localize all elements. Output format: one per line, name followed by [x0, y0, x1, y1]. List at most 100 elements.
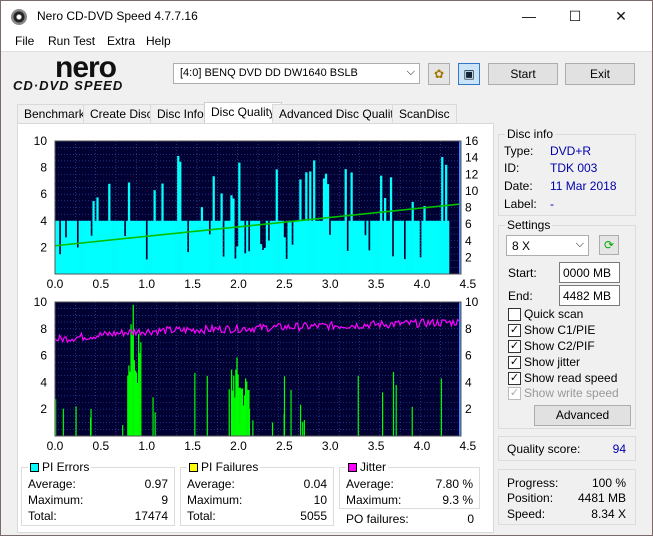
eject-properties-button[interactable]: ✿	[428, 63, 450, 85]
drive-select[interactable]: [4:0] BENQ DVD DD DW1640 BSLB ⌵	[173, 63, 420, 84]
pi-error-bar	[88, 220, 91, 274]
menu-bar: File Run Test Extra Help	[1, 31, 652, 52]
close-button[interactable]: ✕	[598, 1, 644, 31]
disc-type-label: Type:	[504, 144, 534, 158]
quality-score-label: Quality score:	[507, 442, 581, 456]
pi-error-bar	[427, 220, 430, 274]
quick-scan-label: Quick scan	[524, 307, 584, 321]
pi-error-bar	[76, 247, 79, 274]
advanced-button[interactable]: Advanced	[534, 405, 631, 426]
pi-error-bar	[309, 171, 312, 274]
pi-error-bar	[102, 220, 105, 274]
pi-error-bar	[127, 182, 131, 274]
speed-select-value: 8 X	[512, 239, 531, 253]
pi-failure-bar	[440, 378, 442, 436]
pi-error-bar	[334, 220, 338, 274]
pi-error-bar	[283, 237, 286, 274]
y-left-tick-label: 2	[40, 402, 47, 416]
pi-error-bar	[188, 220, 192, 274]
show-c1-label: Show C1/PIE	[524, 323, 596, 337]
pi-error-bar	[242, 220, 245, 274]
x-tick-label: 3.5	[368, 277, 385, 291]
progress-box: Progress: 100 % Position: 4481 MB Speed:…	[498, 469, 636, 525]
pi-error-bar	[301, 220, 304, 274]
pi-error-bar	[338, 220, 341, 274]
pi-error-bar	[165, 220, 168, 274]
show-c1-checkbox[interactable]: ✓	[508, 324, 521, 337]
disc-info-box: Disc info Type: DVD+R ID: TDK 003 Date: …	[498, 127, 636, 216]
y-right-tick-label: 16	[465, 134, 479, 148]
pi-error-bar	[382, 220, 385, 274]
pi-error-bar	[253, 220, 257, 274]
pi-failures-max: 10	[313, 493, 327, 507]
pi-error-bar	[447, 220, 450, 274]
menu-extra[interactable]: Extra	[107, 34, 135, 48]
pi-failure-bar	[140, 342, 142, 436]
pi-failure-bar	[411, 406, 413, 436]
end-input[interactable]	[559, 285, 620, 306]
quick-scan-checkbox[interactable]	[508, 308, 521, 321]
pi-error-bar	[64, 237, 68, 274]
show-jitter-checkbox[interactable]: ✓	[508, 356, 521, 369]
show-c2-checkbox[interactable]: ✓	[508, 340, 521, 353]
menu-help[interactable]: Help	[146, 34, 171, 48]
pi-error-bar	[145, 259, 148, 274]
pi-error-bar	[171, 220, 174, 274]
tab-scandisc[interactable]: ScanDisc	[392, 104, 457, 123]
pi-error-bar	[222, 256, 225, 274]
tab-create-disc[interactable]: Create Disc	[83, 104, 160, 123]
speed-select[interactable]: 8 X ⌵	[506, 235, 589, 256]
pi-error-bar	[121, 220, 125, 274]
start-input[interactable]	[559, 262, 620, 283]
chevron-down-icon: ⌵	[406, 66, 415, 78]
menu-file[interactable]: File	[15, 34, 34, 48]
save-button[interactable]: ▣	[458, 63, 480, 85]
pi-error-bar	[68, 220, 72, 274]
maximize-button[interactable]: ☐	[552, 1, 598, 31]
pi-errors-title-wrap: PI Errors	[28, 460, 92, 474]
x-tick-label: 3.0	[322, 439, 339, 453]
window-title: Nero CD-DVD Speed 4.7.7.16	[37, 9, 198, 23]
pi-error-bar	[326, 184, 330, 274]
refresh-speed-button[interactable]: ⟳	[599, 235, 619, 255]
pi-error-bar	[273, 220, 276, 274]
pi-error-bar	[244, 253, 247, 274]
pi-error-bar	[94, 220, 97, 274]
pi-error-bar	[389, 177, 393, 274]
pi-error-bar	[293, 220, 296, 274]
po-failures-label: PO failures:	[346, 512, 409, 526]
tab-advanced-disc-quality[interactable]: Advanced Disc Quality	[272, 104, 407, 123]
pi-errors-title: PI Errors	[42, 460, 90, 474]
tab-disc-quality[interactable]: Disc Quality	[204, 102, 283, 125]
pi-error-bar	[322, 178, 326, 274]
start-button[interactable]: Start	[488, 63, 558, 85]
pi-error-bar	[196, 220, 200, 274]
pi-error-bar	[368, 250, 371, 274]
pi-error-bar	[342, 220, 345, 274]
pi-error-bar	[123, 236, 127, 274]
pi-error-bar	[110, 220, 113, 274]
exit-button[interactable]: Exit	[565, 63, 635, 85]
tab-benchmark[interactable]: Benchmark	[17, 104, 92, 123]
tab-disc-info[interactable]: Disc Info	[150, 104, 211, 123]
pi-failure-bar	[154, 412, 156, 436]
pi-error-bar	[175, 220, 178, 274]
pi-error-bar	[429, 220, 432, 274]
pi-error-bar	[425, 220, 428, 274]
pi-errors-total-label: Total:	[28, 509, 57, 523]
show-write-checkbox[interactable]: ✓	[508, 387, 521, 400]
x-tick-label: 1.0	[138, 277, 155, 291]
pi-failure-bar	[283, 376, 286, 436]
pi-error-bar	[275, 169, 278, 274]
pi-error-bar	[417, 220, 420, 274]
minimize-button[interactable]: —	[506, 1, 552, 31]
disc-label-value: -	[550, 197, 554, 211]
pi-failures-avg-label: Average:	[187, 477, 235, 491]
pi-error-bar	[421, 220, 424, 274]
pi-error-bar	[198, 220, 202, 274]
show-read-checkbox[interactable]: ✓	[508, 372, 521, 385]
nero-logo: nero CD·DVD SPEED	[9, 51, 169, 97]
menu-run-test[interactable]: Run Test	[48, 34, 95, 48]
show-write-label: Show write speed	[524, 386, 619, 400]
x-tick-label: 1.5	[184, 439, 201, 453]
